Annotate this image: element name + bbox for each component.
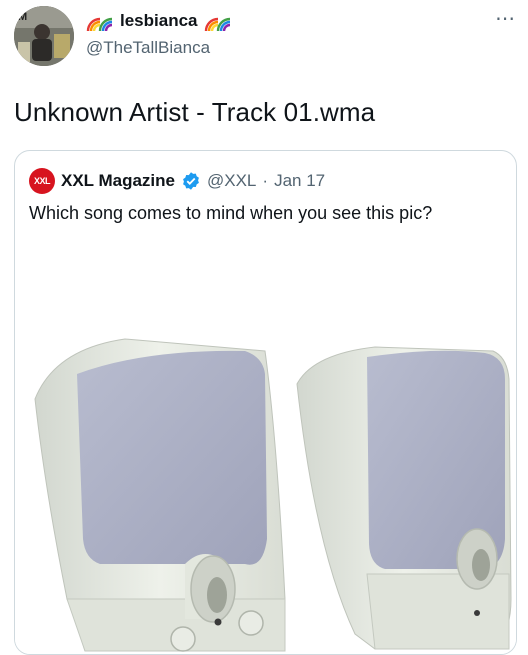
quoted-author-name[interactable]: XXL Magazine [61,171,175,191]
meta-separator: · [262,171,269,190]
right-speaker [296,346,512,650]
quoted-tweet-header: XXL XXL Magazine @XXL · Jan 17 [29,168,325,194]
author-avatar[interactable]: M [14,6,74,66]
left-speaker [34,338,286,652]
quoted-tweet-card[interactable]: XXL XXL Magazine @XXL · Jan 17 Which son… [14,150,517,655]
svg-text:M: M [18,11,27,23]
speakers-image [34,338,512,652]
xxl-avatar[interactable]: XXL [29,168,55,194]
avatar-image: M [14,6,74,66]
rainbow-emoji-icon [86,17,113,32]
author-handle[interactable]: @TheTallBianca [86,38,210,58]
author-display-name[interactable]: lesbianca [120,11,198,31]
more-options-icon[interactable]: ⋯ [495,6,516,31]
speakers-photo[interactable] [15,239,516,654]
rainbow-emoji-icon [204,17,230,32]
quoted-date[interactable]: Jan 17 [274,171,325,191]
quoted-tweet-text: Which song comes to mind when you see th… [29,203,433,223]
tweet-header: M lesbianca @TheTallBianca ⋯ [0,0,528,80]
tweet-text: Unknown Artist - Track 01.wma [14,97,376,127]
quoted-handle[interactable]: @XXL [207,171,256,191]
author-name-row[interactable]: lesbianca [86,9,232,33]
verified-badge-icon [183,172,199,190]
